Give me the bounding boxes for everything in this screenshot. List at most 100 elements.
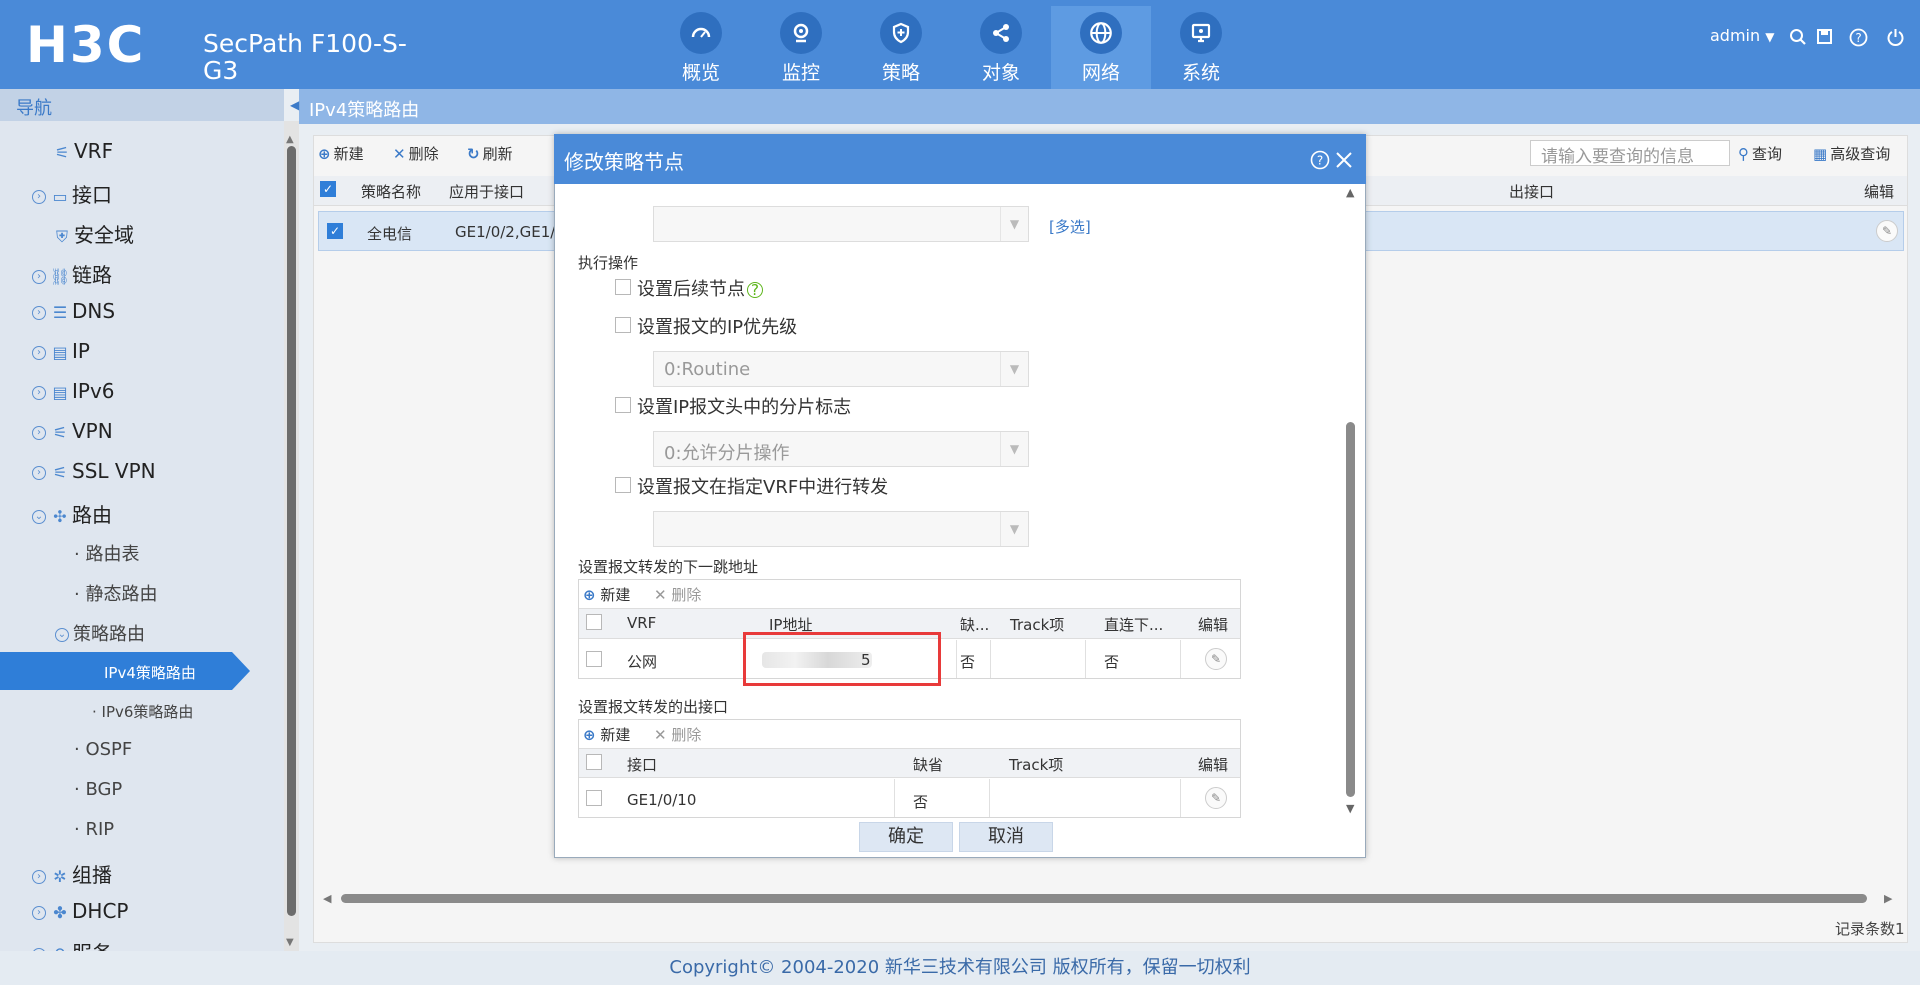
sidebar-item-vrf[interactable]: ⚟ VRF [52, 139, 113, 163]
expand-icon[interactable]: › [32, 905, 46, 920]
nav-tab-network[interactable]: 网络 [1051, 6, 1151, 89]
outif-row-edit-icon[interactable]: ✎ [1205, 787, 1227, 809]
user-menu[interactable]: admin ▼ [1710, 26, 1774, 45]
fragment-flag-checkbox[interactable] [615, 397, 631, 413]
outif-col-interface: 接口 [627, 756, 658, 774]
row-edit-icon[interactable]: ✎ [1876, 220, 1898, 242]
sidebar-header: 导航 [0, 89, 284, 121]
sidebar-item-policy-routing[interactable]: ⌄ 策略路由 [55, 620, 145, 646]
nexthop-new-button[interactable]: ⊕ 新建 [583, 584, 630, 605]
ok-button[interactable]: 确定 [859, 822, 953, 852]
column-header-out-interface: 出接口 [1509, 183, 1555, 201]
dialog-close-icon[interactable] [1334, 150, 1354, 174]
dhcp-icon: ✤ [53, 903, 67, 922]
search-input[interactable]: 请输入要查询的信息 [1530, 140, 1730, 167]
nav-tab-monitor[interactable]: 监控 [751, 6, 851, 89]
sidebar-item-routing[interactable]: ⌄ ✣ 路由 [32, 499, 112, 528]
collapse-sidebar-icon[interactable]: ◀ [290, 98, 299, 112]
logout-icon[interactable] [1885, 28, 1905, 48]
next-node-checkbox[interactable] [615, 279, 631, 295]
sidebar-item-rip[interactable]: · RIP [74, 819, 114, 840]
nexthop-row-edit-icon[interactable]: ✎ [1205, 648, 1227, 670]
sidebar-item-service[interactable]: ›⚲服务 [32, 937, 112, 951]
nexthop-row-checkbox[interactable] [586, 651, 602, 667]
dialog-scroll-down-icon[interactable]: ▼ [1346, 802, 1354, 815]
sidebar-scroll-thumb[interactable] [287, 146, 296, 916]
nexthop-delete-button[interactable]: ✕ 删除 [654, 584, 701, 605]
advanced-search-button[interactable]: ▦ 高级查询 [1813, 143, 1890, 164]
sidebar-item-vpn[interactable]: › ⚟ VPN [32, 419, 113, 443]
refresh-button[interactable]: ↻ 刷新 [467, 143, 513, 164]
expand-icon[interactable]: › [32, 305, 46, 320]
sidebar-title: 导航 [16, 98, 52, 119]
sidebar-item-interface[interactable]: › ▭ 接口 [32, 179, 112, 208]
sidebar-item-multicast[interactable]: › ✲ 组播 [32, 859, 112, 888]
column-header-policy-name: 策略名称 [361, 183, 422, 201]
nexthop-col-vrf: VRF [627, 614, 657, 632]
dialog-scroll-thumb[interactable] [1346, 422, 1355, 797]
nav-tab-object[interactable]: 对象 [951, 6, 1051, 89]
help-icon[interactable]: ? [747, 282, 763, 298]
sidebar-item-ipv6-policy-routing[interactable]: · IPv6策略路由 [92, 701, 193, 722]
expand-icon[interactable]: › [32, 345, 46, 360]
sidebar-item-route-table[interactable]: · 路由表 [74, 540, 139, 566]
expand-icon[interactable]: › [32, 425, 46, 440]
dialog-help-icon[interactable]: ? [1310, 150, 1330, 174]
help-icon[interactable]: ? [1848, 28, 1868, 48]
scroll-up-icon[interactable]: ▲ [286, 134, 294, 145]
sidebar-item-ssl-vpn[interactable]: › ⚟ SSL VPN [32, 459, 156, 483]
nav-tab-policy[interactable]: 策略 [851, 6, 951, 89]
horizontal-scroll-thumb[interactable] [341, 894, 1867, 903]
ssl-vpn-icon: ⚟ [52, 463, 68, 482]
search-button[interactable]: ⚲ 查询 [1738, 143, 1782, 164]
expand-icon[interactable]: › [32, 385, 46, 400]
row-checkbox[interactable]: ✓ [327, 223, 343, 239]
scroll-down-icon[interactable]: ▼ [286, 937, 294, 948]
dialog-scroll-up-icon[interactable]: ▲ [1346, 186, 1354, 199]
sidebar-item-ipv6[interactable]: › ▤ IPv6 [32, 379, 115, 403]
sidebar-item-ipv4-policy-routing[interactable]: IPv4策略路由 [0, 652, 250, 690]
fragment-flag-select[interactable]: 0:允许分片操作 ▼ [653, 431, 1029, 467]
sidebar-item-ospf[interactable]: · OSPF [74, 739, 132, 760]
sidebar-item-ip[interactable]: › ▤ IP [32, 339, 90, 363]
expand-icon[interactable]: › [32, 869, 46, 884]
scroll-left-icon[interactable]: ◀ [323, 892, 331, 905]
collapse-icon[interactable]: ⌄ [55, 628, 69, 642]
search-icon: ⚲ [1738, 145, 1749, 163]
outif-delete-button[interactable]: ✕ 删除 [654, 724, 701, 745]
vrf-forward-select[interactable]: ▼ [653, 511, 1029, 547]
vrf-forward-checkbox[interactable] [615, 477, 631, 493]
sidebar-item-dns[interactable]: › ☰ DNS [32, 299, 115, 323]
outif-select-all-checkbox[interactable] [586, 754, 602, 770]
cancel-button[interactable]: 取消 [959, 822, 1053, 852]
sidebar-item-static-route[interactable]: · 静态路由 [74, 580, 157, 606]
collapse-icon[interactable]: ⌄ [32, 509, 46, 524]
svg-text:?: ? [1855, 31, 1861, 45]
grid-divider [1085, 640, 1086, 678]
delete-button[interactable]: ✕ 删除 [393, 143, 439, 164]
exec-section-label: 执行操作 [578, 254, 639, 272]
nav-tab-system[interactable]: 系统 [1151, 6, 1251, 89]
save-icon[interactable] [1814, 28, 1834, 48]
page-title-bar: IPv4策略路由 [299, 89, 1920, 124]
sidebar-item-bgp[interactable]: · BGP [74, 779, 122, 800]
expand-icon[interactable]: › [32, 189, 46, 204]
sidebar-item-dhcp[interactable]: › ✤ DHCP [32, 899, 128, 923]
sidebar-item-link[interactable]: › ⛓链路 [32, 259, 112, 288]
outif-row-checkbox[interactable] [586, 790, 602, 806]
outif-new-button[interactable]: ⊕ 新建 [583, 724, 630, 745]
select-all-checkbox[interactable]: ✓ [320, 181, 336, 197]
group-select[interactable]: ▼ [653, 206, 1029, 242]
nexthop-select-all-checkbox[interactable] [586, 614, 602, 630]
nav-tab-overview[interactable]: 概览 [651, 6, 751, 89]
new-button[interactable]: ⊕ 新建 [318, 143, 364, 164]
ip-precedence-select[interactable]: 0:Routine ▼ [653, 351, 1029, 387]
multi-select-link[interactable]: [多选] [1049, 216, 1091, 237]
ip-precedence-checkbox[interactable] [615, 317, 631, 333]
expand-icon[interactable]: › [32, 269, 46, 284]
search-icon[interactable] [1788, 28, 1808, 48]
expand-icon[interactable]: › [32, 465, 46, 480]
outif-section-label: 设置报文转发的出接口 [578, 698, 729, 716]
sidebar-item-security-zone[interactable]: ⛨ 安全域 [52, 219, 134, 248]
scroll-right-icon[interactable]: ▶ [1884, 892, 1892, 905]
